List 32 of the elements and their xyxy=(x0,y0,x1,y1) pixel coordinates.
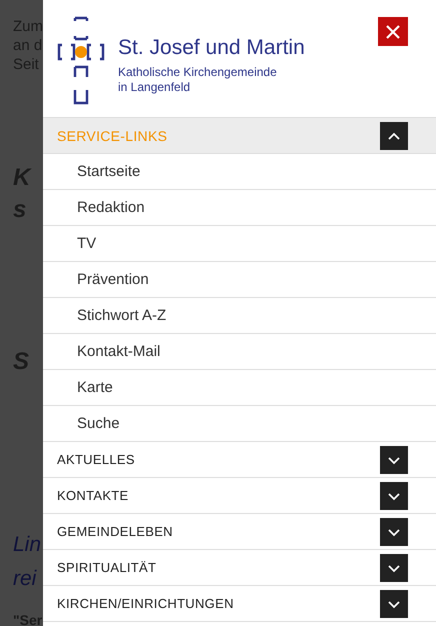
logo-subtitle: in Langenfeld xyxy=(118,80,192,95)
menu-link[interactable]: Redaktion xyxy=(43,190,436,226)
page-text: rei xyxy=(13,566,38,592)
toggle-button[interactable] xyxy=(380,482,408,510)
menu-link[interactable]: Startseite xyxy=(43,154,436,190)
chevron-down-icon xyxy=(387,454,401,464)
cross-logo-icon xyxy=(56,15,106,105)
toggle-button[interactable] xyxy=(380,590,408,618)
section-title: SERVICE-LINKS xyxy=(57,128,168,144)
close-icon xyxy=(385,24,401,40)
section-title: KONTAKTE xyxy=(57,488,130,503)
menu-link[interactable]: Stichwort A-Z xyxy=(43,298,436,334)
menu-link[interactable]: TV xyxy=(43,226,436,262)
logo-title: St. Josef und Martin xyxy=(118,35,306,61)
section-title: KIRCHEN/EINRICHTUNGEN xyxy=(57,596,235,611)
chevron-down-icon xyxy=(387,490,401,500)
toggle-button[interactable] xyxy=(380,446,408,474)
section-title: AKTUELLES xyxy=(57,452,136,467)
chevron-down-icon xyxy=(387,598,401,608)
toggle-button[interactable] xyxy=(380,518,408,546)
menu-link[interactable]: Karte xyxy=(43,370,436,406)
toggle-button[interactable] xyxy=(380,122,408,150)
close-button[interactable] xyxy=(378,17,408,46)
logo-subtitle: Katholische Kirchengemeinde xyxy=(118,65,278,80)
chevron-up-icon xyxy=(387,130,401,140)
menu-link[interactable]: Kontakt-Mail xyxy=(43,334,436,370)
chevron-down-icon xyxy=(387,526,401,536)
menu-link[interactable]: Prävention xyxy=(43,262,436,298)
chevron-down-icon xyxy=(387,562,401,572)
toggle-button[interactable] xyxy=(380,554,408,582)
section-title: SPIRITUALITÄT xyxy=(57,560,158,575)
section-title: GEMEINDELEBEN xyxy=(57,524,174,539)
